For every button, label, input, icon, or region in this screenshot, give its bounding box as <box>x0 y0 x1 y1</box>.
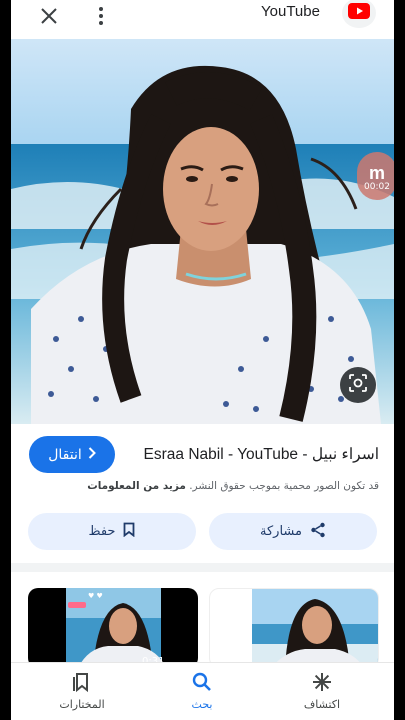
site-name[interactable]: YouTube <box>261 3 320 20</box>
svg-text:♥ ♥: ♥ ♥ <box>88 592 103 600</box>
nav-search[interactable]: بحث <box>157 671 247 711</box>
timer-label: 00:02 <box>364 182 390 192</box>
close-icon <box>40 7 58 29</box>
nav-saved-label: المختارات <box>59 698 105 711</box>
copyright-text: قد تكون الصور محمية بموجب حقوق النشر. <box>189 480 379 492</box>
image-viewer-screen: YouTube m 00:02 انتقال Esraa Nabil - You… <box>11 0 394 720</box>
visit-label: انتقال <box>48 446 82 463</box>
youtube-logo-icon <box>348 3 370 23</box>
save-button[interactable]: حفظ <box>28 513 196 550</box>
nav-discover-label: اكتشاف <box>303 698 341 711</box>
close-button[interactable] <box>35 4 63 32</box>
share-label: مشاركة <box>260 524 302 539</box>
copyright-notice: قد تكون الصور محمية بموجب حقوق النشر. مز… <box>71 480 379 492</box>
main-image[interactable] <box>11 39 394 424</box>
more-vert-icon <box>98 6 104 30</box>
save-label: حفظ <box>88 524 116 539</box>
lens-search-button[interactable] <box>340 367 376 403</box>
related-thumbnail[interactable] <box>209 588 379 668</box>
collections-icon <box>72 671 92 696</box>
lens-icon <box>348 373 368 397</box>
bottom-navigation: المختارات بحث اكتشاف <box>11 662 394 720</box>
result-title[interactable]: Esraa Nabil - YouTube - اسراء نبيل <box>131 445 379 464</box>
related-thumbnail[interactable]: ♥ ♥ 0:31 <box>28 588 198 668</box>
chevron-right-icon <box>88 446 96 463</box>
section-divider <box>11 563 394 572</box>
top-bar: YouTube <box>11 0 394 38</box>
search-icon <box>191 671 213 696</box>
nav-search-label: بحث <box>191 698 213 711</box>
nav-discover[interactable]: اكتشاف <box>277 671 367 711</box>
learn-more-link[interactable]: مزيد من المعلومات <box>87 480 186 492</box>
timer-logo-letter: m <box>368 163 385 183</box>
bookmark-icon <box>123 522 135 541</box>
nav-saved[interactable]: المختارات <box>37 671 127 711</box>
visit-button[interactable]: انتقال <box>29 436 115 473</box>
share-icon <box>310 522 326 542</box>
video-timer-badge: m 00:02 <box>357 152 394 200</box>
share-button[interactable]: مشاركة <box>209 513 377 550</box>
asterisk-icon <box>311 671 333 696</box>
site-favicon <box>342 0 376 28</box>
more-options-button[interactable] <box>91 4 111 32</box>
